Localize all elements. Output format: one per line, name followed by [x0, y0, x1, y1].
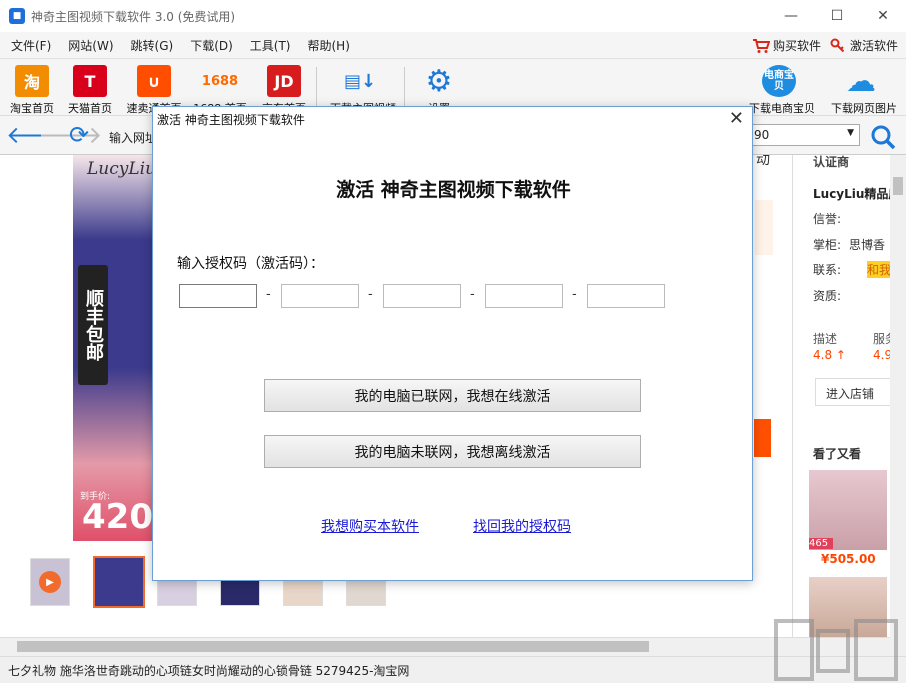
code-field-3[interactable]: [383, 284, 461, 308]
menu-tools[interactable]: 工具(T): [239, 37, 297, 54]
activate-software-button[interactable]: 激活软件: [829, 37, 898, 54]
url-combo[interactable]: 90 ▼: [748, 124, 860, 146]
online-activate-button[interactable]: 我的电脑已联网，我想在线激活: [264, 379, 641, 412]
code-separator: -: [470, 287, 475, 302]
page-fragment-text: 动: [756, 155, 770, 168]
download-webimages-label: 下载网页图片: [831, 102, 897, 115]
retrieve-code-link[interactable]: 找回我的授权码: [473, 516, 571, 536]
url-combo-value: 90: [754, 128, 770, 142]
code-field-1[interactable]: [179, 284, 257, 308]
also-viewed-heading: 看了又看: [813, 447, 862, 461]
tmall-icon: T: [73, 65, 107, 97]
buy-software-button[interactable]: 购买软件: [752, 37, 821, 54]
activate-software-label: 激活软件: [849, 39, 898, 53]
menu-bar: 文件(F) 网站(W) 跳转(G) 下载(D) 工具(T) 帮助(H) 购买软件…: [0, 32, 906, 59]
close-icon[interactable]: ✕: [729, 108, 744, 129]
menu-help[interactable]: 帮助(H): [297, 37, 356, 54]
vertical-scrollbar[interactable]: [890, 155, 906, 637]
cloud-download-icon: ☁: [846, 63, 876, 99]
menu-site[interactable]: 网站(W): [57, 37, 119, 54]
product-price: 420: [82, 497, 153, 537]
video-thumbnail[interactable]: ▶: [30, 558, 70, 606]
film-download-icon: ▤↓: [343, 70, 377, 92]
service-label: 服务: [873, 332, 890, 346]
sf-shipping-badge: 顺丰包邮: [78, 265, 108, 385]
thumbnail[interactable]: [93, 556, 145, 608]
minimize-button[interactable]: —: [768, 0, 814, 32]
code-field-5[interactable]: [587, 284, 665, 308]
keeper-name[interactable]: 思博香: [849, 236, 889, 253]
watermark-logo: [774, 619, 898, 681]
ecommerce-icon: 电商宝贝: [762, 65, 796, 97]
offline-activate-button[interactable]: 我的电脑未联网，我想离线激活: [264, 435, 641, 468]
activation-code-label: 输入授权码（激活码）：: [177, 256, 324, 272]
gear-icon: ⚙: [425, 63, 453, 99]
code-separator: -: [368, 287, 373, 302]
1688-icon: 1688: [201, 73, 239, 89]
code-separator: -: [572, 287, 577, 302]
toolbar-separator: [316, 67, 317, 109]
code-field-2[interactable]: [281, 284, 359, 308]
title-bar: ■ 神奇主图视频下载软件 3.0 (免费试用) — ☐ ✕: [0, 0, 906, 32]
key-icon: [829, 38, 847, 54]
enter-shop-button[interactable]: 进入店铺: [815, 378, 890, 406]
buy-software-label: 购买软件: [772, 39, 821, 53]
code-separator: -: [266, 287, 271, 302]
menu-file[interactable]: 文件(F): [0, 37, 57, 54]
download-webimages-button[interactable]: ☁ 下载网页图片: [831, 63, 897, 116]
app-icon: ■: [9, 8, 25, 24]
horizontal-scrollbar[interactable]: [0, 637, 890, 654]
dialog-heading: 激活 神奇主图视频下载软件: [336, 179, 571, 201]
close-window-button[interactable]: ✕: [860, 0, 906, 32]
dropdown-arrow-icon[interactable]: ▼: [847, 128, 854, 138]
service-score: 4.9: [873, 348, 890, 362]
url-label: 输入网址: [109, 131, 158, 145]
horizontal-scroll-thumb[interactable]: [17, 641, 649, 652]
taobao-icon: 淘: [15, 65, 49, 97]
promo-fragment: [755, 200, 773, 255]
status-bar: 七夕礼物 施华洛世奇跳动的心项链女时尚耀动的心锁骨链 5279425-淘宝网: [0, 656, 906, 683]
jd-icon: JD: [267, 65, 301, 97]
reputation-label: 信誉:: [813, 212, 842, 226]
maximize-button[interactable]: ☐: [814, 0, 860, 32]
code-field-4[interactable]: [485, 284, 563, 308]
toolbar-separator: [404, 67, 405, 109]
shop-info-panel: 认证商 LucyLiu精品店 信誉: 掌柜: 思博香 联系: 和我 资质: 描述…: [792, 155, 890, 637]
also-viewed-badge: 465: [809, 538, 833, 549]
cart-icon: [752, 38, 770, 54]
refresh-icon[interactable]: ⟳: [69, 123, 89, 147]
download-ecommerce-label: 下载电商宝贝: [749, 102, 815, 115]
window-title: 神奇主图视频下载软件 3.0 (免费试用): [31, 9, 236, 24]
dialog-title: 激活 神奇主图视频下载软件: [157, 113, 305, 127]
menu-goto[interactable]: 跳转(G): [120, 37, 180, 54]
tmall-home-button[interactable]: T 天猫首页: [60, 65, 120, 116]
shop-name[interactable]: LucyLiu精品店: [813, 185, 890, 202]
aliexpress-icon: ∪: [137, 65, 171, 97]
play-icon: ▶: [39, 571, 61, 593]
search-icon[interactable]: [870, 124, 896, 150]
status-text: 七夕礼物 施华洛世奇跳动的心项链女时尚耀动的心锁骨链 5279425-淘宝网: [8, 664, 410, 678]
activation-dialog: 激活 神奇主图视频下载软件 ✕ 激活 神奇主图视频下载软件 输入授权码（激活码）…: [152, 106, 753, 581]
taobao-home-button[interactable]: 淘 淘宝首页: [2, 65, 62, 116]
menu-download[interactable]: 下载(D): [179, 37, 239, 54]
brand-logo: LucyLiu: [87, 159, 157, 179]
qualification-label: 资质:: [813, 289, 842, 303]
buy-button-fragment[interactable]: [754, 419, 771, 457]
also-viewed-price: ¥505.00: [821, 552, 876, 566]
contact-badge[interactable]: 和我: [867, 261, 890, 278]
taobao-home-label: 淘宝首页: [10, 102, 54, 115]
tmall-home-label: 天猫首页: [68, 102, 112, 115]
download-ecommerce-button[interactable]: 电商宝贝 下载电商宝贝: [749, 65, 815, 116]
cert-label: 认证商: [813, 155, 850, 169]
vertical-scroll-thumb[interactable]: [893, 177, 903, 195]
buy-software-link[interactable]: 我想购买本软件: [321, 516, 419, 536]
